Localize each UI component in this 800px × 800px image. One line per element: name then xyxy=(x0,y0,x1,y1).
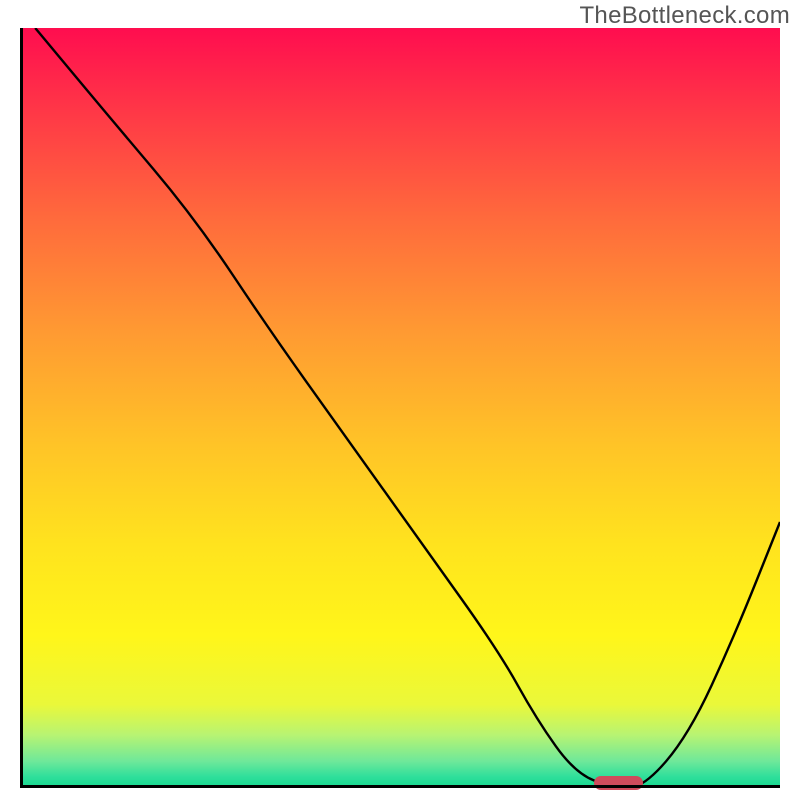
x-axis xyxy=(20,785,780,788)
y-axis xyxy=(20,28,23,788)
plot-area xyxy=(20,28,780,788)
axes xyxy=(20,28,780,788)
watermark-text: TheBottleneck.com xyxy=(579,2,790,30)
chart-container: TheBottleneck.com xyxy=(0,0,800,800)
